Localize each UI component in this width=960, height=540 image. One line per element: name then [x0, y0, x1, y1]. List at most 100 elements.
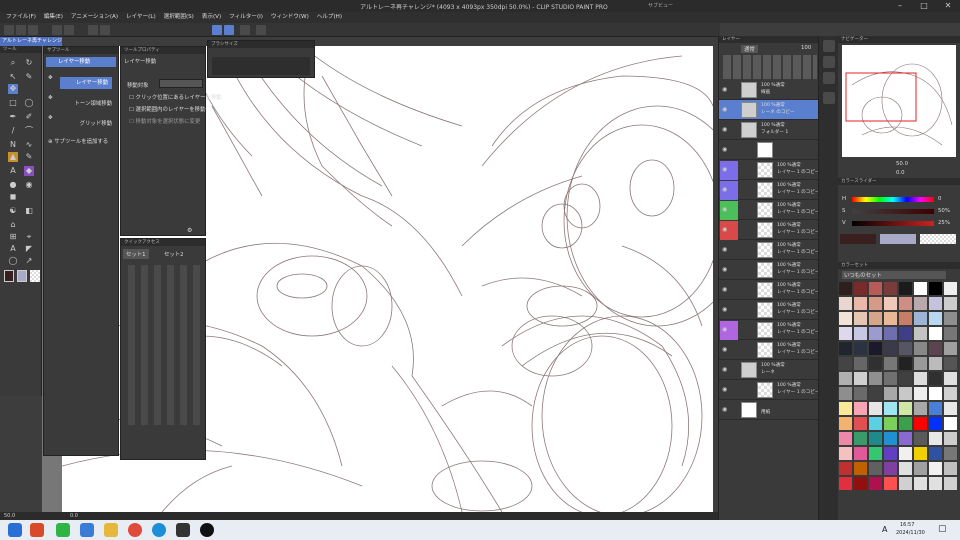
- edge-icon[interactable]: [152, 523, 166, 537]
- color-swatch[interactable]: [884, 297, 897, 310]
- color-swatch[interactable]: [839, 387, 852, 400]
- layer-row[interactable]: ◉ 100 %通常 レイヤー 1 のコピー: [719, 160, 819, 180]
- brush-size-presets[interactable]: [212, 57, 310, 75]
- color-swatch[interactable]: [914, 357, 927, 370]
- visibility-eye-icon[interactable]: ◉: [722, 326, 727, 333]
- subtool-item-tone-move[interactable]: トーン領域移動: [64, 99, 112, 107]
- transform-icon[interactable]: [100, 25, 110, 35]
- settings-icon[interactable]: ⚙: [187, 227, 192, 234]
- color-swatch[interactable]: [884, 342, 897, 355]
- color-swatch[interactable]: [914, 327, 927, 340]
- text-alt-tool-icon[interactable]: A: [8, 244, 18, 254]
- color-swatch[interactable]: [899, 462, 912, 475]
- eraser-tool-icon[interactable]: ✎: [24, 152, 34, 162]
- color-swatch[interactable]: [869, 462, 882, 475]
- color-swatch[interactable]: [899, 477, 912, 490]
- lasso-tool-icon[interactable]: ◯: [24, 98, 34, 108]
- frame-tool-icon[interactable]: ◉: [24, 180, 34, 190]
- menu-help[interactable]: ヘルプ(H): [317, 12, 342, 23]
- value-slider[interactable]: [852, 221, 934, 226]
- color-swatch[interactable]: [944, 357, 957, 370]
- new-file-icon[interactable]: [4, 25, 14, 35]
- layer-opacity-value[interactable]: 100: [801, 45, 811, 51]
- visibility-eye-icon[interactable]: ◉: [722, 286, 727, 293]
- color-swatch[interactable]: [899, 372, 912, 385]
- color-swatch[interactable]: [899, 327, 912, 340]
- subtool-item-grid-move[interactable]: グリッド移動: [64, 119, 112, 127]
- layer-row[interactable]: ◉ 100 %通常 フォルダー 1: [719, 120, 819, 140]
- color-swatch[interactable]: [944, 447, 957, 460]
- color-swatch[interactable]: [869, 477, 882, 490]
- start-icon[interactable]: [8, 523, 22, 537]
- selection-tool-icon[interactable]: □: [8, 98, 18, 108]
- transparent-color-swatch[interactable]: [30, 270, 40, 282]
- add-subtool-button[interactable]: ⊕ サブツールを追加する: [48, 137, 108, 145]
- color-swatch[interactable]: [869, 357, 882, 370]
- color-swatch[interactable]: [839, 282, 852, 295]
- color-swatch[interactable]: [944, 297, 957, 310]
- close-icon[interactable]: ✕: [936, 0, 960, 12]
- balloon-tool-icon[interactable]: ◼: [8, 192, 18, 202]
- color-swatch[interactable]: [944, 432, 957, 445]
- color-swatch[interactable]: [929, 447, 942, 460]
- zoom-tool-icon[interactable]: ⌕: [8, 58, 18, 68]
- color-swatch[interactable]: [899, 342, 912, 355]
- color-swatch[interactable]: [884, 417, 897, 430]
- color-swatch[interactable]: [839, 432, 852, 445]
- color-swatch[interactable]: [869, 327, 882, 340]
- visibility-eye-icon[interactable]: ◉: [722, 186, 727, 193]
- layer-property-icon[interactable]: [823, 72, 835, 84]
- color-swatch[interactable]: [869, 432, 882, 445]
- color-swatch[interactable]: [884, 327, 897, 340]
- color-swatch[interactable]: [854, 357, 867, 370]
- color-swatch[interactable]: [944, 342, 957, 355]
- color-swatch[interactable]: [884, 432, 897, 445]
- color-swatch[interactable]: [869, 447, 882, 460]
- layer-row[interactable]: ◉ 100 %通常 レイヤー 1 のコピー: [719, 220, 819, 240]
- quick-access-icons[interactable]: [125, 265, 201, 425]
- layer-command-icons[interactable]: [721, 55, 817, 79]
- color-swatch[interactable]: [899, 387, 912, 400]
- color-swatch[interactable]: [929, 342, 942, 355]
- color-swatch[interactable]: [899, 282, 912, 295]
- move-layer-tool-icon[interactable]: ✥: [8, 84, 18, 94]
- pen-tool-icon[interactable]: ✒: [8, 112, 18, 122]
- navigator-preview[interactable]: [842, 45, 956, 157]
- color-swatch[interactable]: [839, 462, 852, 475]
- color-swatch[interactable]: [929, 297, 942, 310]
- menu-file[interactable]: ファイル(F): [6, 12, 36, 23]
- color-swatch[interactable]: [869, 417, 882, 430]
- layer-row[interactable]: ◉ 100 %通常 レーネ: [719, 360, 819, 380]
- color-swatch[interactable]: [899, 432, 912, 445]
- snap-ruler-icon[interactable]: [212, 25, 222, 35]
- color-swatch[interactable]: [884, 447, 897, 460]
- tab-set-1[interactable]: セット1: [123, 249, 149, 259]
- navigator-zoom[interactable]: 50.0: [896, 161, 908, 167]
- pencil-tool-icon[interactable]: /: [8, 126, 18, 136]
- color-swatch[interactable]: [899, 297, 912, 310]
- color-swatch[interactable]: [929, 387, 942, 400]
- color-set-name[interactable]: いつものセット: [842, 271, 946, 279]
- color-swatch[interactable]: [839, 342, 852, 355]
- color-swatch[interactable]: [884, 462, 897, 475]
- color-swatch[interactable]: [854, 282, 867, 295]
- main-color-swatch[interactable]: [4, 270, 14, 282]
- document-tab[interactable]: アルトレーネ再チャレンジ*: [0, 37, 62, 53]
- powerpoint-icon[interactable]: [30, 523, 44, 537]
- grid-toggle-icon[interactable]: [256, 25, 266, 35]
- blend-tool-icon[interactable]: ◆: [24, 166, 34, 176]
- color-swatch[interactable]: [944, 312, 957, 325]
- color-swatch[interactable]: [884, 477, 897, 490]
- color-swatch[interactable]: [854, 297, 867, 310]
- eyedropper-icon[interactable]: ✎: [24, 72, 34, 82]
- color-swatch[interactable]: [944, 462, 957, 475]
- layer-row[interactable]: ◉: [719, 140, 819, 160]
- tab-set-2[interactable]: セット2: [161, 249, 187, 259]
- balloon-tail-tool-icon[interactable]: ◤: [24, 244, 34, 254]
- color-swatch[interactable]: [929, 312, 942, 325]
- color-swatch[interactable]: [914, 432, 927, 445]
- color-swatch[interactable]: [929, 372, 942, 385]
- layer-row[interactable]: ◉ 用紙: [719, 400, 819, 420]
- color-swatch[interactable]: [884, 357, 897, 370]
- color-swatch[interactable]: [854, 327, 867, 340]
